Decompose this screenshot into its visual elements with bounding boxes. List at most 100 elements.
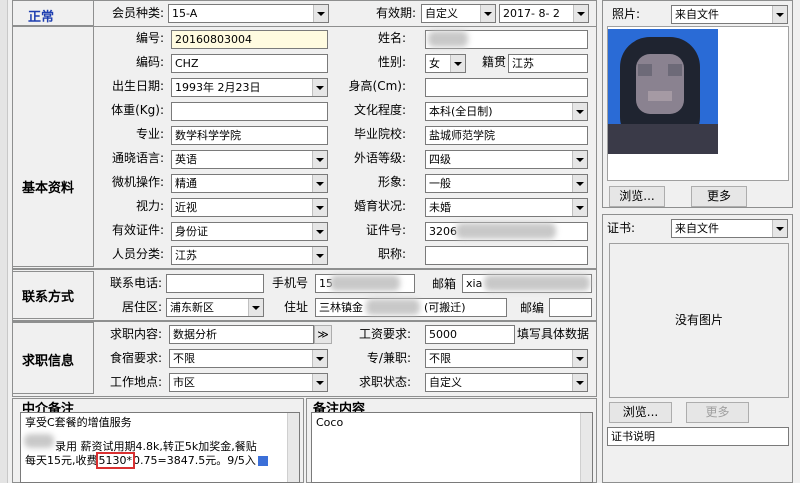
major-field[interactable]: 数学科学学院 <box>171 126 328 145</box>
school-field[interactable]: 盐城师范学院 <box>425 126 588 145</box>
marital-label: 婚育状况: <box>353 199 406 213</box>
job-status-select[interactable]: 自定义 <box>425 373 588 392</box>
location-label: 工作地点: <box>109 375 162 389</box>
certificate-source-select[interactable]: 来自文件 <box>671 219 788 238</box>
member-type-select[interactable]: 15-A <box>168 4 329 23</box>
divider <box>12 26 597 27</box>
category-label: 人员分类: <box>111 247 164 261</box>
number-field[interactable]: 20160803004 <box>171 30 328 49</box>
foreign-level-select[interactable]: 四级 <box>425 150 588 169</box>
chevron-down-icon <box>313 5 328 22</box>
appearance-label: 形象: <box>377 175 406 189</box>
member-type-label: 会员种类: <box>111 6 164 20</box>
cursor-icon <box>257 456 268 466</box>
certificate-label: 证书: <box>607 221 636 235</box>
title-field[interactable] <box>425 246 588 265</box>
gender-select[interactable]: 女 <box>425 54 466 73</box>
id-number-label: 证件号: <box>365 223 406 237</box>
address-redacted <box>366 299 420 315</box>
agency-notes-textarea[interactable]: 享受C套餐的增值服务 录用 薪资试用期4.8k,转正5k加奖金,餐贴 每天15元… <box>20 412 300 483</box>
postcode-label: 邮编 <box>519 301 544 315</box>
education-label: 文化程度: <box>353 103 406 117</box>
contact-section-title: 联系方式 <box>22 290 75 305</box>
number-label: 编号: <box>135 31 164 45</box>
major-label: 专业: <box>135 127 164 141</box>
left-edge-strip <box>0 0 8 483</box>
education-select[interactable]: 本科(全日制) <box>425 102 588 121</box>
photo-source-select[interactable]: 来自文件 <box>671 5 788 24</box>
category-select[interactable]: 江苏 <box>171 246 328 265</box>
gender-label: 性别: <box>377 55 406 69</box>
certificate-description-field[interactable]: 证书说明 <box>607 427 789 446</box>
name-redacted <box>428 31 468 47</box>
basic-section-cell <box>12 26 94 267</box>
status-text: 正常 <box>28 10 55 25</box>
fulltime-select[interactable]: 不限 <box>425 349 588 368</box>
appearance-select[interactable]: 一般 <box>425 174 588 193</box>
birth-date-picker[interactable]: 1993年 2月23日 <box>171 78 328 97</box>
validity-mode-select[interactable]: 自定义 <box>421 4 496 23</box>
photo-area <box>607 26 789 181</box>
native-field[interactable]: 江苏 <box>508 54 588 73</box>
phone-label: 联系电话: <box>109 276 162 290</box>
mobile-label: 手机号 <box>271 276 308 290</box>
name-label: 姓名: <box>377 31 406 45</box>
job-content-label: 求职内容: <box>109 327 162 341</box>
salary-label: 工资要求: <box>358 327 411 341</box>
divider <box>12 268 597 270</box>
photo-browse-button[interactable]: 浏览... <box>609 186 665 207</box>
email-redacted <box>484 275 590 291</box>
id-type-label: 有效证件: <box>111 223 164 237</box>
basic-section-title: 基本资料 <box>22 181 75 196</box>
fulltime-label: 专/兼职: <box>366 351 411 365</box>
weight-field[interactable] <box>171 102 328 121</box>
chevron-down-icon <box>573 5 588 22</box>
photo-more-button[interactable]: 更多 <box>691 186 747 207</box>
marital-select[interactable]: 未婚 <box>425 198 588 217</box>
photo-image <box>608 29 718 154</box>
validity-date-picker[interactable]: 2017- 8- 2 <box>499 4 589 23</box>
certificate-more-button[interactable]: 更多 <box>686 402 749 423</box>
photo-label: 照片: <box>612 7 641 21</box>
job-content-more-button[interactable]: ≫ <box>314 325 332 344</box>
email-label: 邮箱 <box>431 277 456 291</box>
code-label: 编码: <box>135 55 164 69</box>
district-label: 居住区: <box>121 300 162 314</box>
salary-field[interactable]: 5000 <box>425 325 515 344</box>
jobseek-section-title: 求职信息 <box>22 354 75 369</box>
validity-label: 有效期: <box>375 6 416 20</box>
title-label: 职称: <box>377 247 406 261</box>
remark-textarea[interactable]: Coco <box>311 412 593 483</box>
phone-field[interactable] <box>166 274 264 293</box>
chevron-down-icon <box>772 6 787 23</box>
vision-select[interactable]: 近视 <box>171 198 328 217</box>
chevron-down-icon <box>312 247 327 264</box>
job-content-field[interactable]: 数据分析 <box>169 325 314 344</box>
foreign-level-label: 外语等级: <box>353 151 406 165</box>
remark-scrollbar[interactable] <box>580 413 592 482</box>
district-select[interactable]: 浦东新区 <box>166 298 264 317</box>
chevron-down-icon <box>312 223 327 240</box>
certificate-no-image: 没有图片 <box>674 313 723 327</box>
chevron-down-icon <box>480 5 495 22</box>
chevron-down-icon <box>572 199 587 216</box>
chevron-down-icon <box>312 79 327 96</box>
mobile-redacted <box>330 275 400 291</box>
chevron-down-icon <box>572 151 587 168</box>
id-type-select[interactable]: 身份证 <box>171 222 328 241</box>
certificate-browse-button[interactable]: 浏览... <box>609 402 672 423</box>
agency-notes-scrollbar[interactable] <box>287 413 299 482</box>
code-field[interactable]: CHZ <box>171 54 328 73</box>
location-select[interactable]: 市区 <box>169 373 328 392</box>
postcode-field[interactable] <box>549 298 592 317</box>
meal-label: 食宿要求: <box>109 351 162 365</box>
chevron-down-icon <box>312 374 327 391</box>
language-select[interactable]: 英语 <box>171 150 328 169</box>
meal-select[interactable]: 不限 <box>169 349 328 368</box>
computer-select[interactable]: 精通 <box>171 174 328 193</box>
vision-label: 视力: <box>135 199 164 213</box>
chevron-down-icon <box>450 55 465 72</box>
address-label: 住址 <box>283 300 308 314</box>
height-field[interactable] <box>425 78 588 97</box>
computer-label: 微机操作: <box>111 175 164 189</box>
